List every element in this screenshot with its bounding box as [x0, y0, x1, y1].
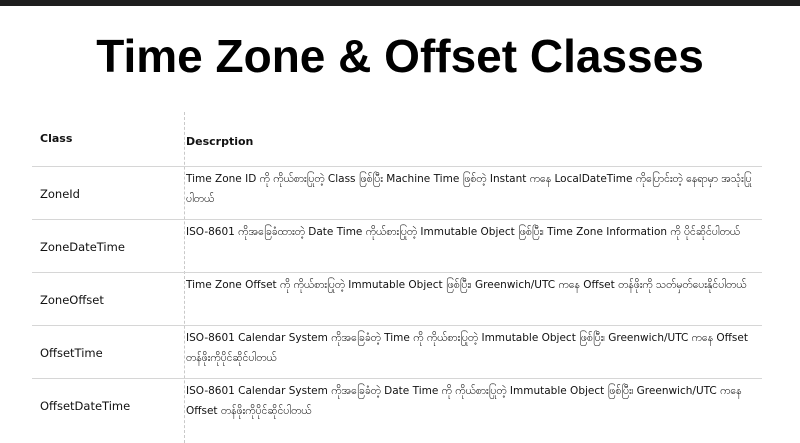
table-row: ZoneOffset Time Zone Offset ကို ကိုယ်စား… — [32, 272, 762, 326]
class-name: OffsetDateTime — [40, 399, 131, 413]
class-description: ISO-8601 ကိုအခြေခံထားတဲ့ Date Time ကိုယ်… — [186, 226, 740, 238]
class-table: Class Descrption ZoneId Time Zone ID ကို… — [32, 112, 762, 443]
class-name: OffsetTime — [40, 346, 103, 360]
class-name: ZoneDateTime — [40, 240, 125, 254]
class-description: Time Zone Offset ကို ကိုယ်စားပြုတဲ့ Immu… — [186, 279, 747, 291]
table-row: ZoneDateTime ISO-8601 ကိုအခြေခံထားတဲ့ Da… — [32, 219, 762, 273]
page-title: Time Zone & Offset Classes — [96, 30, 704, 82]
class-name: ZoneOffset — [40, 293, 104, 307]
class-description: ISO-8601 Calendar System ကိုအခြေခံတဲ့ Da… — [186, 385, 742, 417]
header-description: Descrption — [186, 135, 254, 148]
class-name: ZoneId — [40, 187, 80, 201]
table-row: OffsetTime ISO-8601 Calendar System ကိုအ… — [32, 325, 762, 379]
class-description: Time Zone ID ကို ကိုယ်စားပြုတဲ့ Class ဖြ… — [186, 173, 752, 205]
class-description: ISO-8601 Calendar System ကိုအခြေခံတဲ့ Ti… — [186, 332, 748, 364]
table-row: OffsetDateTime ISO-8601 Calendar System … — [32, 378, 762, 432]
table-row: ZoneId Time Zone ID ကို ကိုယ်စားပြုတဲ့ C… — [32, 166, 762, 220]
table-header-row: Class Descrption — [32, 112, 762, 166]
header-class: Class — [40, 132, 73, 145]
top-bar — [0, 0, 800, 6]
